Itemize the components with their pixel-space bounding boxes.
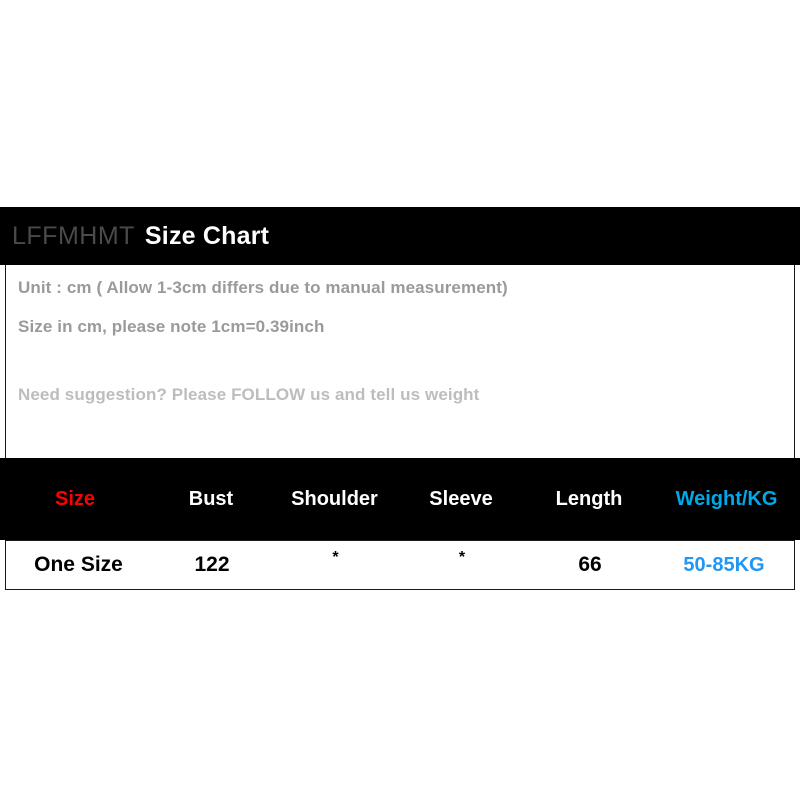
size-chart-header-table: Size Bust Shoulder Sleeve Length Weight/…: [0, 458, 800, 540]
cell-size: One Size: [34, 553, 123, 576]
title-band: LFFMHMT Size Chart: [0, 207, 800, 265]
column-header-shoulder: Shoulder: [272, 458, 397, 540]
column-header-weight: Weight/KG: [653, 458, 800, 540]
column-header-sleeve: Sleeve: [397, 458, 525, 540]
table-body: One Size 122 * * 66 50-85KG: [5, 540, 795, 590]
table-row: One Size 122 * * 66 50-85KG: [6, 541, 794, 589]
info-line-conversion: Size in cm, please note 1cm=0.39inch: [18, 317, 325, 336]
table-header-row: Size Bust Shoulder Sleeve Length Weight/…: [0, 458, 800, 540]
cell-sleeve: *: [458, 549, 466, 566]
brand-name: LFFMHMT: [12, 221, 135, 250]
info-line-suggestion: Need suggestion? Please FOLLOW us and te…: [18, 385, 480, 404]
info-line-unit: Unit : cm ( Allow 1-3cm differs due to m…: [18, 278, 508, 297]
column-header-length: Length: [525, 458, 653, 540]
column-header-bust: Bust: [150, 458, 272, 540]
cell-length: 66: [578, 553, 602, 576]
cell-weight: 50-85KG: [683, 553, 765, 576]
cell-bust: 122: [194, 553, 230, 576]
column-header-size: Size: [0, 458, 150, 540]
page-title: Size Chart: [144, 221, 270, 250]
cell-shoulder: *: [332, 549, 339, 566]
info-panel: Unit : cm ( Allow 1-3cm differs due to m…: [5, 265, 795, 458]
size-chart-data-table: One Size 122 * * 66 50-85KG: [6, 541, 794, 589]
size-chart-card: LFFMHMT Size Chart Unit : cm ( Allow 1-3…: [0, 207, 800, 590]
